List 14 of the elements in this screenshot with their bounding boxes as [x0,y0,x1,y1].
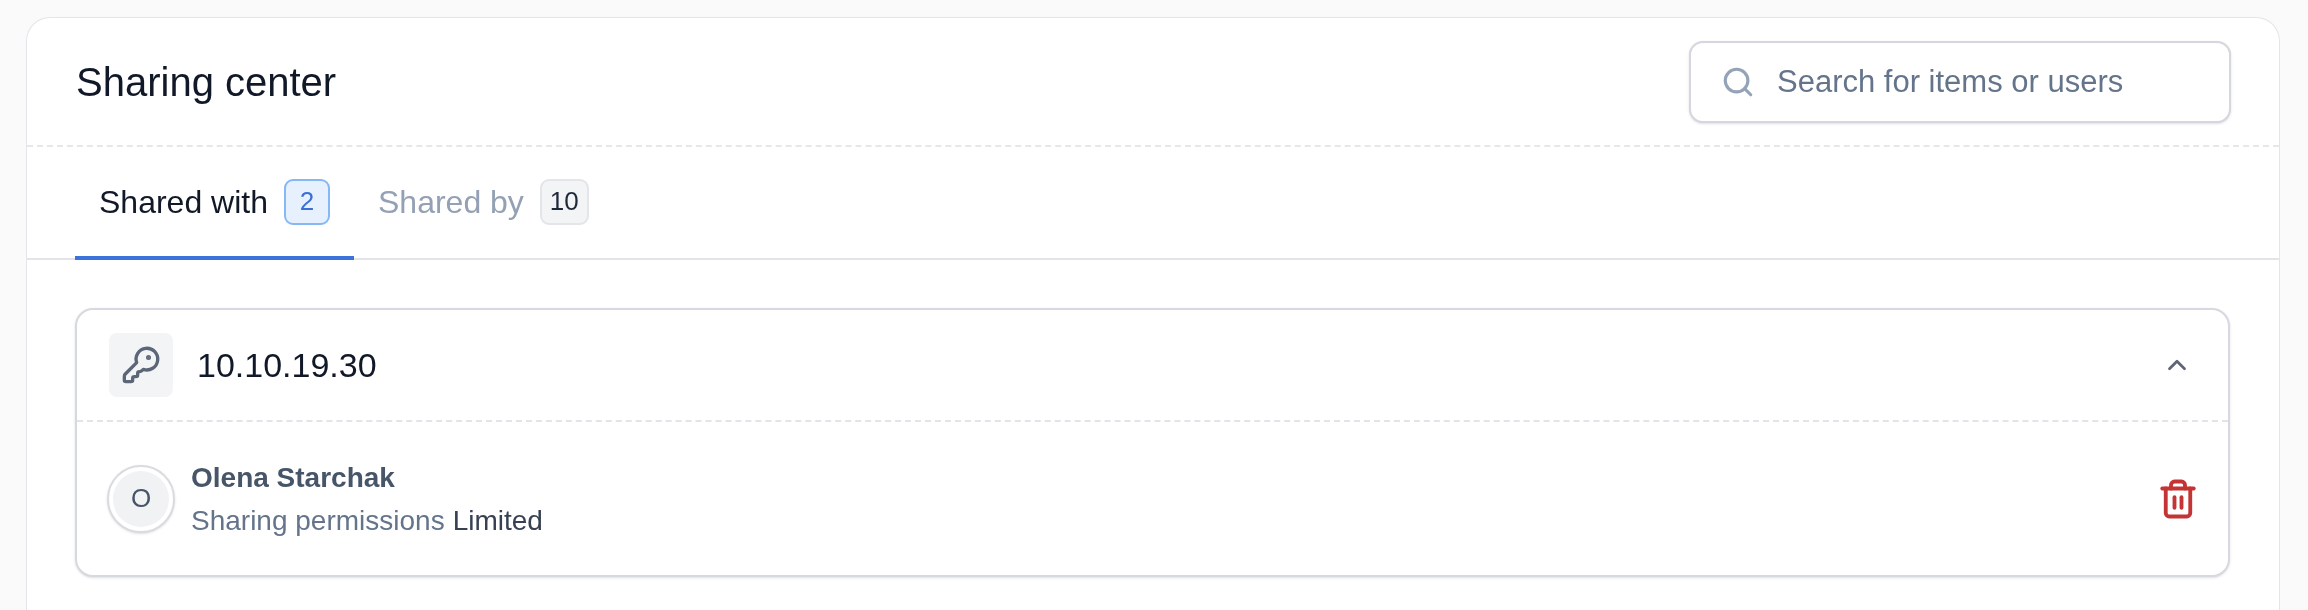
count-badge: 10 [539,178,589,225]
permission-label: Sharing permissions [191,503,445,538]
search-field[interactable]: Search for items or users [1689,40,2231,123]
permission-value: Limited [452,503,543,538]
item-header[interactable]: 10.10.19.30 [77,310,2228,422]
user-name: Olena Starchak [191,460,396,495]
page-title: Sharing center [76,61,337,102]
tab[interactable]: Shared by 10 [354,147,613,260]
tab[interactable]: Shared with 2 [75,147,354,260]
count-badge: 2 [284,178,330,225]
key-icon [109,333,173,397]
item-title: 10.10.19.30 [197,348,377,382]
trash-icon [2157,477,2199,520]
avatar: O [107,464,175,533]
